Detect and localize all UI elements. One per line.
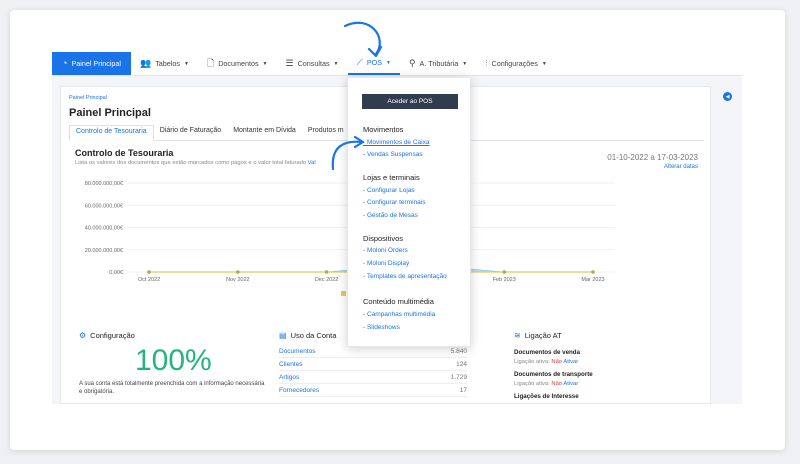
document-icon: 🗋 (206, 58, 215, 68)
menu-item-templates[interactable]: - Templates de apresentação (363, 273, 447, 280)
breadcrumb[interactable]: Painel Principal (69, 95, 107, 101)
menu-item-slideshows[interactable]: - Slideshows (363, 324, 400, 331)
page-title: Painel Principal (69, 107, 151, 119)
nav-pos[interactable]: ⟋ POS ▼ (347, 52, 400, 75)
tab-produtos[interactable]: Produtos m (302, 125, 350, 141)
wifi-icon: ≋ (514, 330, 521, 340)
chevron-down-icon: ▼ (183, 60, 189, 67)
data-point (324, 270, 329, 274)
chevron-down-icon: ▼ (262, 60, 268, 67)
legend-swatch (341, 291, 346, 296)
x-tick-label: Oct 2022 (138, 277, 160, 283)
config-percent: 100% (135, 344, 212, 377)
menu-item-moloni-display[interactable]: - Moloni Display (363, 260, 409, 267)
data-point (147, 270, 151, 274)
menu-item-configurar-lojas[interactable]: - Configurar Lojas (363, 187, 415, 194)
chevron-down-icon: ▼ (462, 60, 468, 67)
chevron-down-icon: ▼ (386, 59, 391, 66)
list-icon: ☰ (285, 58, 294, 68)
lig-section-title: Documentos de transporte (514, 371, 593, 378)
config-card: ⚙ Configuração 100% A sua conta está tot… (79, 331, 269, 396)
dropdown-section-movimentos: Movimentos (363, 125, 404, 134)
y-tick-label: 80.000.000,00€ (85, 181, 123, 187)
gauge-icon: ◔ (62, 58, 68, 68)
chevron-down-icon: ▼ (541, 60, 547, 67)
access-pos-button[interactable]: Aceder ao POS (362, 94, 458, 109)
menu-item-campanhas[interactable]: - Campanhas multimédia (363, 311, 435, 318)
date-range: 01-10-2022 a 17-03-2023 (607, 153, 698, 162)
config-card-title: Configuração (90, 331, 135, 340)
nav-consultas[interactable]: ☰ Consultas ▼ (277, 52, 348, 75)
nav-a-tributaria[interactable]: ⚲ A. Tributária ▼ (400, 52, 476, 75)
menu-item-moloni-orders[interactable]: - Moloni Orders (363, 247, 408, 254)
network-icon: ⚲ (408, 58, 416, 68)
chevron-down-icon: ▼ (333, 60, 339, 67)
x-tick-label: Nov 2022 (226, 277, 250, 283)
data-point (591, 270, 595, 274)
nav-tabelos[interactable]: 👥 Tabelos ▼ (131, 52, 198, 75)
tab-diario-faturacao[interactable]: Diário de Faturação (154, 125, 227, 141)
menu-item-movimentos-caixa[interactable]: - Movimentos de Caixa (363, 139, 429, 146)
users-icon: 👥 (139, 58, 152, 68)
dropdown-section-dispositivos: Dispositivos (363, 234, 404, 243)
pos-dropdown-menu: Aceder ao POS Movimentos - Movimentos de… (347, 77, 471, 347)
y-tick-label: 40.000.000,00€ (85, 226, 123, 232)
ligacao-card-title: Ligação AT (524, 331, 562, 340)
collapse-panel-icon[interactable]: ◀ (723, 92, 732, 101)
config-note: A sua conta está totalmente preenchida c… (79, 381, 265, 396)
list-item[interactable]: Artigos 1.729 (279, 371, 467, 384)
y-tick-label: 0,00€ (109, 270, 123, 276)
nav-painel-principal[interactable]: ◔ Painel Principal (52, 52, 131, 75)
tab-montante-divida[interactable]: Montante em Dívida (227, 125, 302, 141)
list-item[interactable]: Fornecedores 17 (279, 384, 467, 397)
lig-status: Ligação ativa: Não Ativar (514, 359, 579, 365)
data-point (502, 270, 507, 274)
y-tick-label: 20.000.000,00€ (85, 248, 123, 254)
top-navigation: ◔ Painel Principal 👥 Tabelos ▼ 🗋 Documen… (52, 52, 742, 76)
chart-description: Lista os valores dos documentos que estã… (75, 160, 316, 166)
menu-item-configurar-terminais[interactable]: - Configurar terminais (363, 199, 426, 206)
y-tick-label: 60.000.000,00€ (85, 203, 123, 209)
activate-link[interactable]: Ativar (563, 359, 578, 365)
x-tick-label: Dec 2022 (315, 277, 339, 283)
x-tick-label: Mar 2023 (581, 277, 604, 283)
lig-section-title: Documentos de venda (514, 349, 581, 356)
dropdown-section-lojas: Lojas e terminais (363, 173, 420, 182)
menu-item-gestao-mesas[interactable]: - Gestão de Mesas (363, 212, 418, 219)
change-dates-link[interactable]: Alterar datas (664, 164, 698, 170)
lig-status: Ligação ativa: Não Ativar (514, 381, 579, 387)
pos-icon: ⟋ (356, 57, 363, 67)
menu-item-vendas-suspensas[interactable]: - Vendas Suspensas (363, 151, 423, 158)
nav-documentos[interactable]: 🗋 Documentos ▼ (198, 52, 277, 75)
sliders-icon: ⫶ (485, 58, 488, 68)
chart-title: Controlo de Tesouraria (75, 148, 174, 158)
interesse-title: Ligações de Interesse (514, 393, 579, 400)
uso-card-title: Uso da Conta (290, 331, 337, 340)
chart-description-link[interactable]: Val (308, 160, 316, 166)
dropdown-section-conteudo: Conteúdo multimédia (363, 297, 434, 306)
tab-controlo-tesouraria[interactable]: Controlo de Tesouraria (69, 125, 154, 141)
nav-configuracoes[interactable]: ⫶ Configurações ▼ (476, 52, 556, 75)
x-tick-label: Feb 2023 (493, 277, 516, 283)
chart-icon: ▤ (279, 330, 287, 340)
data-point (236, 270, 240, 274)
gear-icon: ⚙ (79, 330, 87, 340)
ligacao-card: ≋ Ligação AT Documentos de venda Ligação… (514, 331, 694, 400)
list-item[interactable]: Clientes 124 (279, 358, 467, 371)
activate-link[interactable]: Ativar (563, 381, 578, 387)
